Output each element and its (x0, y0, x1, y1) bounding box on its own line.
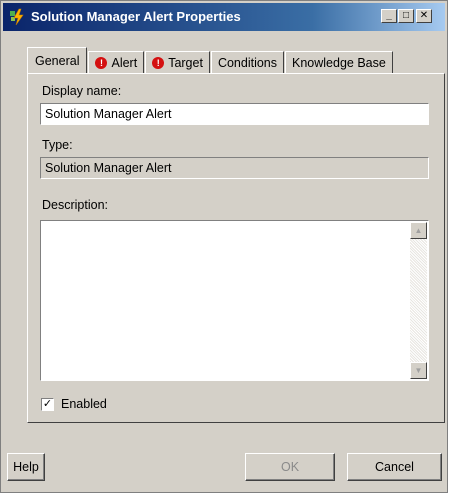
display-name-label: Display name: (42, 84, 122, 98)
minimize-button[interactable]: _ (381, 9, 397, 23)
tab-knowledge-base[interactable]: Knowledge Base (285, 51, 393, 73)
description-label: Description: (42, 198, 108, 212)
tab-conditions-label: Conditions (217, 55, 278, 70)
type-label: Type: (42, 138, 73, 152)
cancel-button[interactable]: Cancel (347, 453, 442, 481)
tab-conditions[interactable]: Conditions (210, 51, 285, 73)
tab-general[interactable]: General (27, 47, 88, 73)
lightning-app-icon (10, 8, 24, 26)
enabled-label[interactable]: Enabled (61, 397, 107, 411)
window-title: Solution Manager Alert Properties (31, 9, 241, 24)
tab-target-label: Target (168, 55, 203, 70)
tab-target[interactable]: ! Target (145, 51, 210, 73)
properties-dialog: Solution Manager Alert Properties _ □ ✕ … (0, 0, 448, 493)
tab-strip: General ! Alert ! Target Conditions Know… (27, 47, 394, 73)
general-tab-panel: Display name: Solution Manager Alert Typ… (27, 73, 445, 423)
help-button[interactable]: Help (7, 453, 45, 481)
title-bar[interactable]: Solution Manager Alert Properties _ □ ✕ (3, 3, 445, 31)
tab-knowledge-base-label: Knowledge Base (292, 55, 386, 70)
enabled-checkbox[interactable]: ✓ (41, 398, 54, 411)
close-button[interactable]: ✕ (416, 9, 432, 23)
scroll-down-arrow-icon[interactable]: ▼ (410, 362, 427, 379)
type-field: Solution Manager Alert (40, 157, 429, 179)
display-name-input[interactable]: Solution Manager Alert (40, 103, 429, 125)
description-textarea[interactable]: ▲ ▼ (40, 220, 429, 381)
tab-general-label: General (35, 53, 80, 68)
maximize-button[interactable]: □ (398, 9, 414, 23)
scroll-up-arrow-icon[interactable]: ▲ (410, 222, 427, 239)
exclamation-circle-icon: ! (152, 56, 165, 69)
exclamation-circle-icon: ! (95, 56, 108, 69)
tab-alert-label: Alert (111, 55, 138, 70)
tab-alert[interactable]: ! Alert (88, 51, 145, 73)
ok-button[interactable]: OK (245, 453, 335, 481)
description-scrollbar[interactable]: ▲ ▼ (410, 222, 427, 379)
